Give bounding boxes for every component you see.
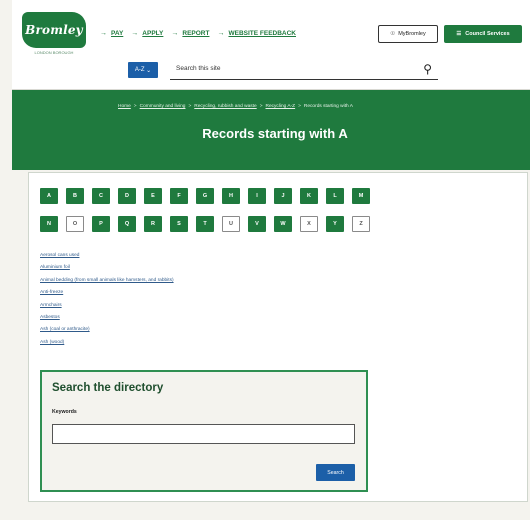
- nav-item-report[interactable]: → REPORT: [171, 30, 209, 37]
- record-link[interactable]: Ash (wood): [40, 339, 174, 351]
- record-link[interactable]: Ash (coal or anthracite): [40, 326, 174, 338]
- breadcrumb: Home > Community and living > Recycling,…: [118, 104, 353, 109]
- letter-button[interactable]: N: [40, 216, 58, 232]
- letter-button[interactable]: Y: [326, 216, 344, 232]
- breadcrumb-separator: >: [298, 104, 301, 109]
- arrow-right-icon: →: [100, 30, 107, 37]
- search-button[interactable]: Search: [316, 464, 355, 481]
- letter-button[interactable]: K: [300, 188, 318, 204]
- letter-button[interactable]: W: [274, 216, 292, 232]
- letter-button[interactable]: J: [274, 188, 292, 204]
- record-link[interactable]: Anti-freeze: [40, 289, 174, 301]
- letter-button[interactable]: S: [170, 216, 188, 232]
- chevron-down-icon: ⌄: [144, 67, 152, 74]
- search-directory-title: Search the directory: [52, 382, 164, 394]
- keywords-label: Keywords: [52, 409, 77, 415]
- breadcrumb-separator: >: [188, 104, 192, 109]
- search-placeholder: Search this site: [176, 65, 221, 72]
- nav-link-website-feedback[interactable]: WEBSITE FEEDBACK: [228, 30, 296, 37]
- breadcrumb-recycling-az[interactable]: Recycling A-Z: [266, 104, 296, 109]
- letter-button[interactable]: C: [92, 188, 110, 204]
- letter-button[interactable]: T: [196, 216, 214, 232]
- breadcrumb-recycling[interactable]: Recycling, rubbish and waste: [194, 104, 256, 109]
- breadcrumb-separator: >: [259, 104, 263, 109]
- letter-button[interactable]: I: [248, 188, 266, 204]
- az-dropdown-button[interactable]: A-Z ⌄: [128, 62, 158, 78]
- letter-button[interactable]: M: [352, 188, 370, 204]
- top-navigation: → PAY → APPLY → REPORT → WEBSITE FEEDBAC…: [100, 30, 296, 37]
- breadcrumb-home[interactable]: Home: [118, 104, 131, 109]
- letter-button[interactable]: F: [170, 188, 188, 204]
- menu-icon: ☰: [456, 31, 462, 37]
- breadcrumb-separator: >: [133, 104, 137, 109]
- user-icon: ☉: [390, 31, 396, 37]
- mybromley-label: MyBromley: [398, 31, 426, 37]
- arrow-right-icon: →: [171, 30, 179, 37]
- keywords-input[interactable]: [52, 424, 355, 444]
- letter-button[interactable]: A: [40, 188, 58, 204]
- record-link[interactable]: Aerosol cans used: [40, 252, 174, 264]
- nav-link-report[interactable]: REPORT: [182, 30, 209, 37]
- letter-button[interactable]: L: [326, 188, 344, 204]
- site-search-input[interactable]: Search this site ⚲: [170, 58, 438, 80]
- mybromley-button[interactable]: ☉ MyBromley: [378, 25, 438, 43]
- breadcrumb-current: Records starting with A: [303, 104, 353, 109]
- arrow-right-icon: →: [217, 30, 225, 37]
- council-services-button[interactable]: ☰ Council Services: [444, 25, 522, 43]
- letter-button[interactable]: E: [144, 188, 162, 204]
- letter-button[interactable]: D: [118, 188, 136, 204]
- alphabet-filter: ABCDEFGHIJKLM NOPQRSTUVWXYZ: [40, 188, 370, 232]
- letter-button[interactable]: O: [66, 216, 84, 232]
- az-label: A-Z: [134, 67, 145, 73]
- search-icon[interactable]: ⚲: [423, 62, 432, 76]
- record-link[interactable]: Asbestos: [40, 314, 174, 326]
- record-link[interactable]: Aluminium foil: [40, 264, 174, 276]
- nav-item-feedback[interactable]: → WEBSITE FEEDBACK: [217, 30, 296, 37]
- council-services-label: Council Services: [465, 31, 510, 37]
- record-link[interactable]: Armchairs: [40, 302, 174, 314]
- letter-button[interactable]: H: [222, 188, 240, 204]
- record-link[interactable]: Animal bedding (from small animals like …: [40, 277, 174, 289]
- arrow-right-icon: →: [131, 30, 139, 37]
- letter-button[interactable]: U: [222, 216, 240, 232]
- breadcrumb-community[interactable]: Community and living: [140, 104, 186, 109]
- letter-button[interactable]: Z: [352, 216, 370, 232]
- letter-button[interactable]: P: [92, 216, 110, 232]
- page-title: Records starting with A: [202, 126, 348, 141]
- nav-item-pay[interactable]: → PAY: [100, 30, 123, 37]
- letter-button[interactable]: R: [144, 216, 162, 232]
- letter-button[interactable]: V: [248, 216, 266, 232]
- letter-button[interactable]: B: [66, 188, 84, 204]
- letter-button[interactable]: G: [196, 188, 214, 204]
- logo-subtitle: LONDON BOROUGH: [34, 50, 74, 55]
- nav-link-pay[interactable]: PAY: [111, 30, 123, 37]
- records-list: Aerosol cans used Aluminium foil Animal be…: [40, 252, 174, 351]
- letter-button[interactable]: Q: [118, 216, 136, 232]
- nav-link-apply[interactable]: APPLY: [142, 30, 163, 37]
- bromley-logo[interactable]: Bromley: [22, 12, 86, 48]
- letter-button[interactable]: X: [300, 216, 318, 232]
- nav-item-apply[interactable]: → APPLY: [131, 30, 163, 37]
